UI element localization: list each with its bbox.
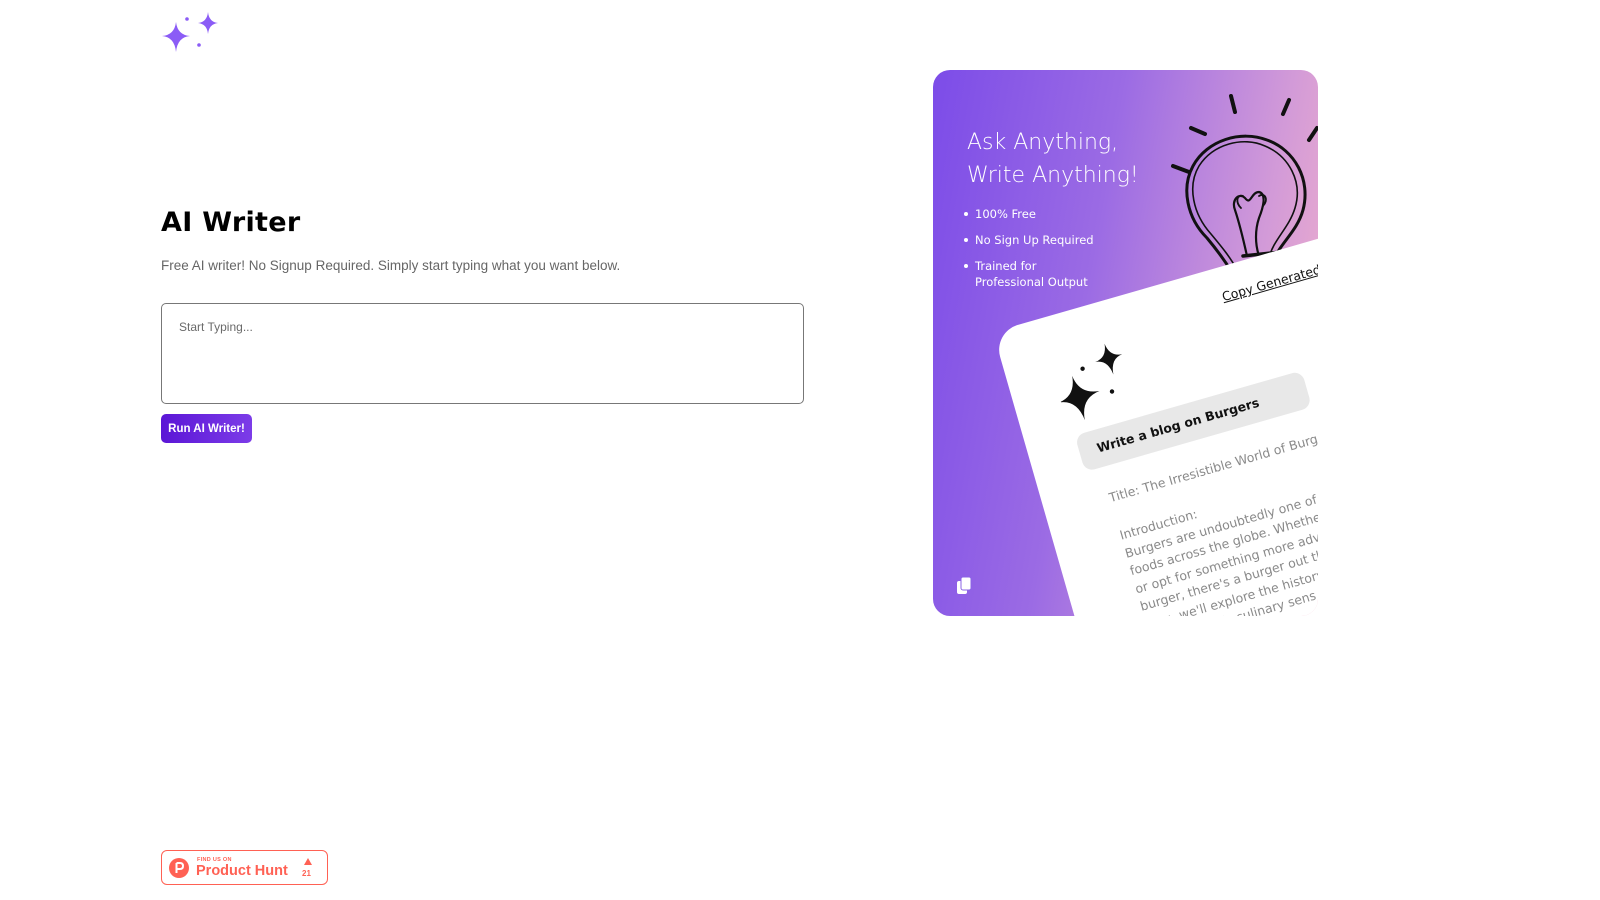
sparkles-icon[interactable] [162,10,220,56]
promo-card: Ask Anything, Write Anything! 100% Free … [933,70,1318,616]
run-ai-writer-button[interactable]: Run AI Writer! [161,414,252,443]
upvote-count: 21 [302,869,311,878]
feature-item: No Sign Up Required [964,232,1095,248]
product-hunt-icon [169,858,189,878]
generated-body: Introduction: Burgers are undoubtedly on… [1118,428,1318,616]
feature-item: 100% Free [964,206,1095,222]
product-hunt-name: Product Hunt [196,863,288,879]
page-title: AI Writer [161,207,301,238]
upvote-arrow-icon [304,858,312,865]
promo-heading-line-2: Write Anything! [967,163,1139,188]
sparkles-icon [1059,343,1123,421]
product-hunt-badge[interactable]: FIND US ON Product Hunt 21 [161,850,328,885]
prompt-input[interactable] [161,303,804,404]
feature-item: Trained for Professional Output [964,258,1095,290]
copy-icon[interactable] [955,576,973,596]
page-subtitle: Free AI writer! No Signup Required. Simp… [161,258,621,273]
page: AI Writer Free AI writer! No Signup Requ… [0,0,1600,900]
promo-heading-line-1: Ask Anything, [967,130,1119,155]
promo-heading: Ask Anything, Write Anything! [967,126,1139,192]
feature-list: 100% Free No Sign Up Required Trained fo… [964,206,1095,300]
